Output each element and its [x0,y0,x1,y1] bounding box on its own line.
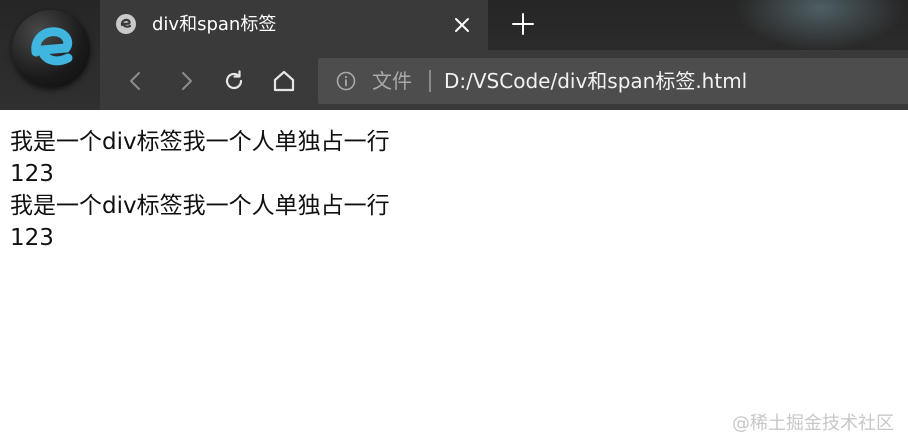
tab-favicon-icon [116,14,136,34]
tab-active[interactable]: div和span标签 [100,0,488,50]
address-bar[interactable]: 文件 D:/VSCode/div和span标签.html [318,58,908,104]
home-button[interactable] [270,67,298,95]
new-tab-plus-icon[interactable] [510,11,536,37]
home-icon [273,70,295,92]
page-text-block: 我是一个div标签我一个人单独占一行 123 我是一个div标签我一个人单独占一… [10,126,390,254]
browser-toolbar: 文件 D:/VSCode/div和span标签.html [100,50,908,110]
tab-title: div和span标签 [152,14,277,35]
forward-button[interactable] [172,67,200,95]
tab-close-icon[interactable] [450,13,474,37]
browser-chrome: div和span标签 文件 D:/VSCode/div和span标签.html [0,0,908,110]
div-text-line: 我是一个div标签我一个人单独占一行 [10,129,390,155]
info-icon[interactable] [336,71,356,91]
security-label: 文件 [372,69,412,93]
div-text-line: 我是一个div标签我一个人单独占一行 [10,193,390,219]
reload-icon [225,70,243,90]
address-divider [429,70,431,92]
chevron-right-icon [182,72,192,90]
watermark: @稀土掘金技术社区 [732,413,894,434]
number-line: 123 [10,161,54,187]
back-button[interactable] [122,67,150,95]
number-line: 123 [10,225,54,251]
reload-button[interactable] [220,67,248,95]
chevron-left-icon [130,72,140,90]
edge-logo-icon [12,10,90,88]
url-text[interactable]: D:/VSCode/div和span标签.html [444,68,747,94]
page-content: 我是一个div标签我一个人单独占一行 123 我是一个div标签我一个人单独占一… [0,110,908,446]
